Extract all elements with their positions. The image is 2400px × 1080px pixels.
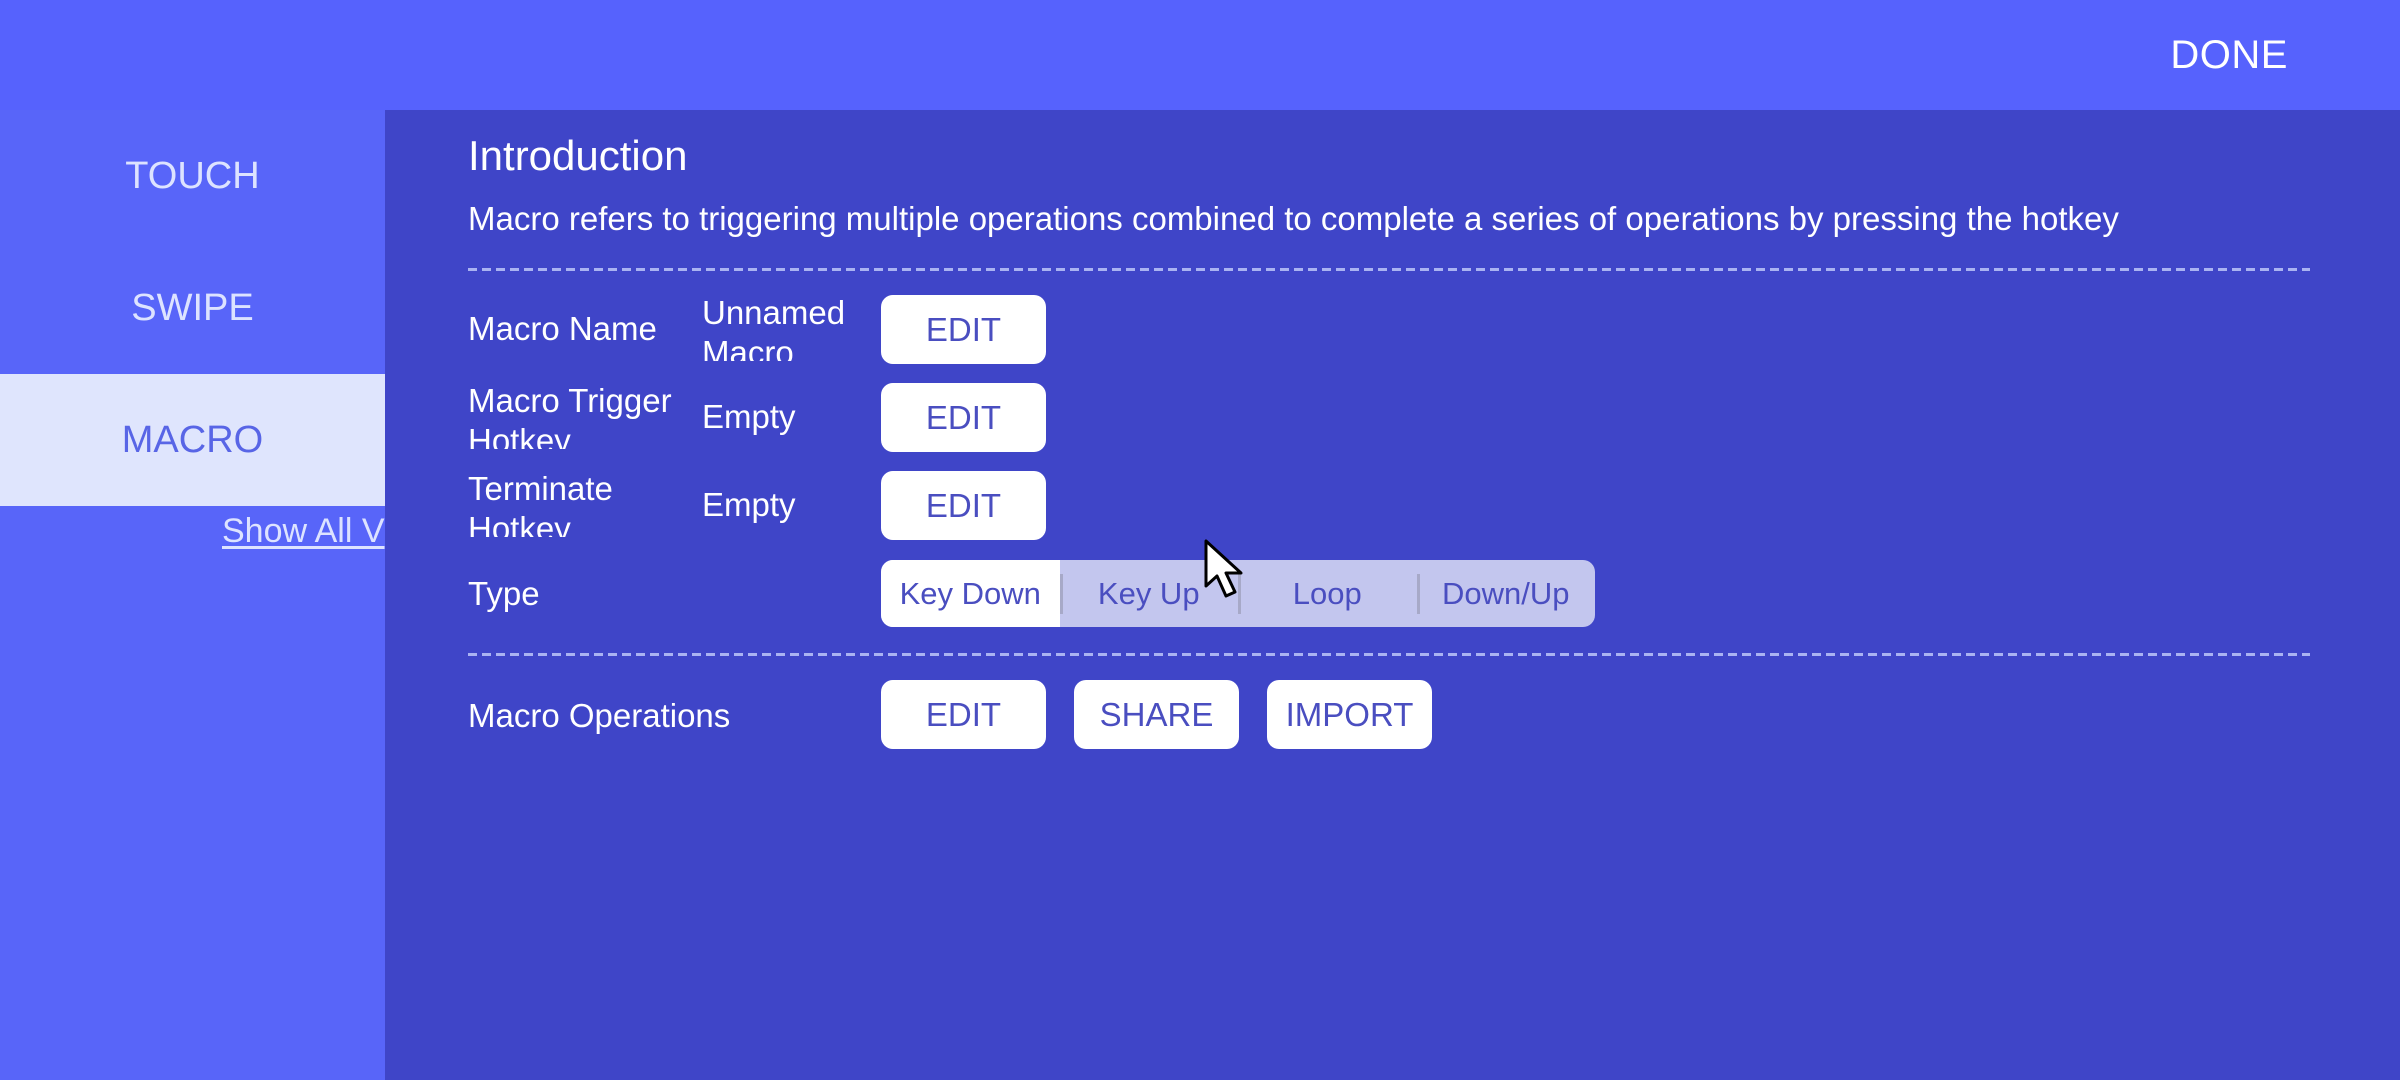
- import-button[interactable]: IMPORT: [1267, 680, 1432, 749]
- sidebar-item-macro[interactable]: MACRO: [0, 374, 385, 506]
- edit-operations-button[interactable]: EDIT: [881, 680, 1046, 749]
- trigger-hotkey-label: Macro Trigger Hotkey: [468, 382, 672, 449]
- show-all-link[interactable]: Show All V: [222, 512, 385, 551]
- divider: [468, 268, 2310, 271]
- edit-macro-name-button[interactable]: EDIT: [881, 295, 1046, 364]
- type-option-key-down[interactable]: Key Down: [881, 560, 1060, 627]
- macro-operations-label: Macro Operations: [468, 697, 731, 734]
- macro-settings-panel: Introduction Macro refers to triggering …: [385, 110, 2400, 1080]
- top-bar: DONE: [0, 0, 2400, 110]
- sidebar-item-swipe[interactable]: SWIPE: [0, 242, 385, 374]
- done-button[interactable]: DONE: [2166, 26, 2292, 84]
- intro-title: Introduction: [468, 132, 688, 179]
- type-label: Type: [468, 575, 540, 612]
- type-segmented-control: Key Down Key Up Loop Down/Up: [881, 560, 1595, 627]
- type-option-key-up[interactable]: Key Up: [1059, 560, 1239, 627]
- divider: [468, 653, 2310, 656]
- sidebar-item-touch[interactable]: TOUCH: [0, 110, 385, 242]
- macro-name-value: Unnamed Macro: [702, 294, 846, 361]
- intro-description: Macro refers to triggering multiple oper…: [468, 200, 2119, 237]
- sidebar: TOUCH SWIPE MACRO Show All V: [0, 110, 385, 1080]
- type-option-down-up[interactable]: Down/Up: [1416, 560, 1596, 627]
- terminate-hotkey-value: Empty: [702, 486, 796, 523]
- trigger-hotkey-value: Empty: [702, 398, 796, 435]
- type-option-loop[interactable]: Loop: [1238, 560, 1417, 627]
- edit-trigger-hotkey-button[interactable]: EDIT: [881, 383, 1046, 452]
- edit-terminate-hotkey-button[interactable]: EDIT: [881, 471, 1046, 540]
- terminate-hotkey-label: Terminate Hotkey: [468, 470, 613, 537]
- macro-name-label: Macro Name: [468, 310, 657, 347]
- share-button[interactable]: SHARE: [1074, 680, 1239, 749]
